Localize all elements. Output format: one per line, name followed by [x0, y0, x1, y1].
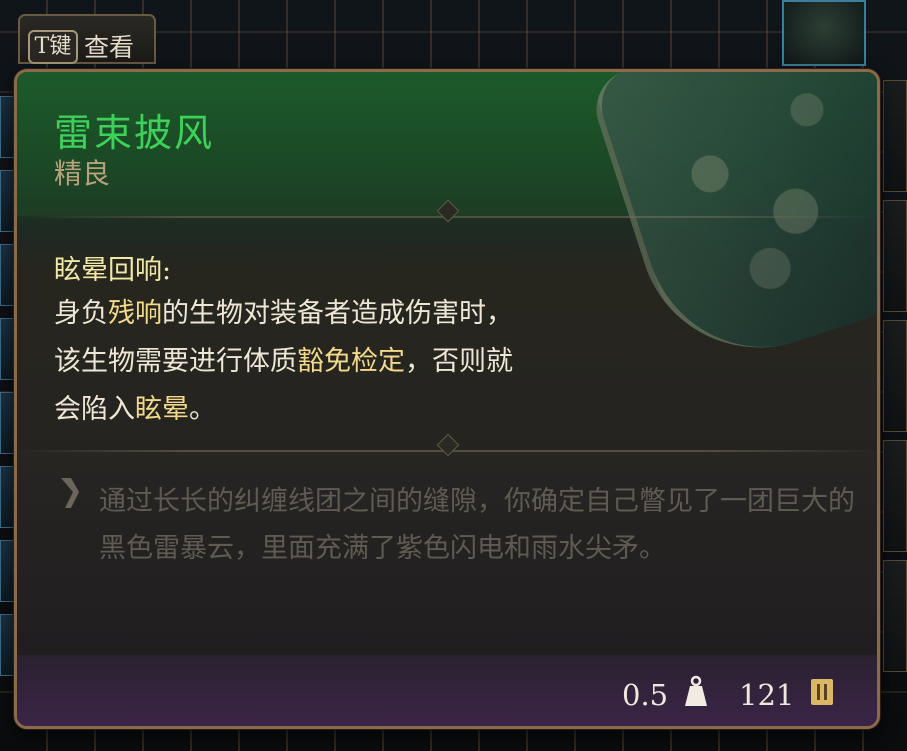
item-rarity: 精良 [54, 157, 111, 190]
inventory-slot-item[interactable] [782, 0, 866, 66]
keyword-saving-throw[interactable]: 豁免检定 [297, 346, 405, 377]
keyword-echo[interactable]: 残响 [108, 298, 162, 329]
quote-mark-icon [61, 478, 79, 508]
t-key-icon: T键 [28, 30, 78, 64]
inventory-slot[interactable] [883, 200, 907, 312]
passive-description: 身负残响的生物对装备者造成伤害时， 该生物需要进行体质豁免检定，否则就 会陷入眩… [54, 290, 654, 434]
inventory-slot[interactable] [883, 560, 907, 672]
keyword-dazed[interactable]: 眩晕 [135, 394, 189, 425]
weight-value: 0.5 [622, 678, 669, 712]
inventory-slot[interactable] [883, 320, 907, 432]
passive-line-3: 会陷入眩晕。 [54, 394, 216, 425]
gold-coin-icon [811, 679, 833, 705]
inspect-label: 查看 [84, 33, 135, 62]
passive-line-1: 身负残响的生物对装备者造成伤害时， [54, 298, 513, 329]
item-tooltip: 雷束披风 精良 眩晕回响: 身负残响的生物对装备者造成伤害时， 该生物需要进行体… [14, 69, 880, 729]
flavor-text: 通过长长的纠缠线团之间的缝隙，你确定自己瞥见了一团巨大的黑色雷暴云，里面充满了紫… [99, 486, 855, 564]
passive-line-2: 该生物需要进行体质豁免检定，否则就 [54, 346, 513, 377]
item-name: 雷束披风 [54, 111, 215, 155]
price-value: 121 [739, 678, 795, 712]
inspect-key-hint[interactable]: T键 查看 [18, 14, 156, 64]
weight-icon [685, 675, 707, 706]
inventory-slot[interactable] [883, 80, 907, 192]
inventory-slot[interactable] [883, 440, 907, 552]
passive-name: 眩晕回响: [54, 255, 172, 286]
